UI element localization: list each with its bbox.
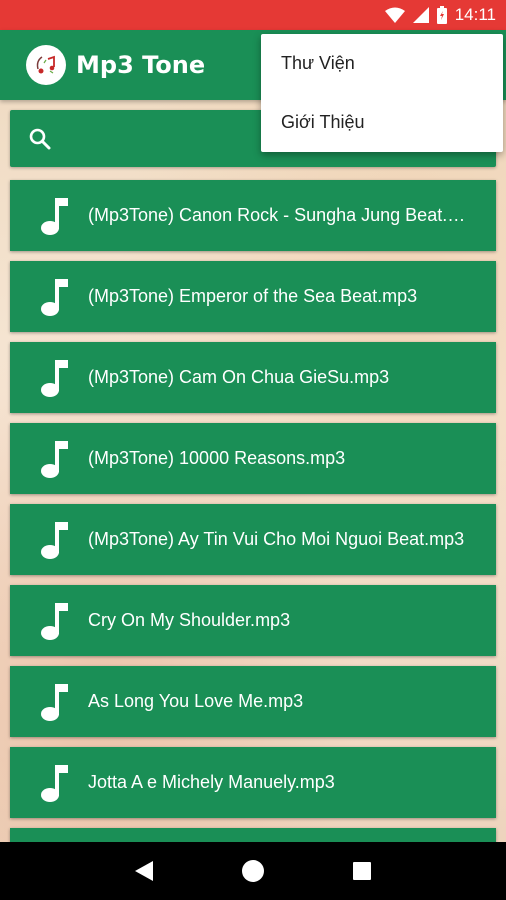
list-item[interactable]: Cry On My Shoulder.mp3 [10,585,496,656]
status-time: 14:11 [454,5,496,24]
list-item[interactable]: (Mp3Tone) Canon Rock - Sungha Jung Beat.… [10,180,496,251]
navigation-bar [0,842,506,900]
music-note-icon [34,520,76,560]
content-area: (Mp3Tone) Canon Rock - Sungha Jung Beat.… [0,100,506,842]
song-title: Jotta A e Michely Manuely.mp3 [88,772,335,792]
music-note-icon [34,196,76,236]
music-note-icon [34,763,76,803]
status-bar: 14:11 [0,0,506,30]
list-item[interactable]: (Mp3Tone) Cam On Chua GieSu.mp3 [10,342,496,413]
song-title: (Mp3Tone) 10000 Reasons.mp3 [88,448,346,468]
back-icon[interactable] [124,851,164,891]
music-note-icon [34,601,76,641]
menu-item-about[interactable]: Giới Thiệu [261,93,503,152]
song-list: (Mp3Tone) Canon Rock - Sungha Jung Beat.… [10,180,496,842]
recents-icon[interactable] [342,851,382,891]
music-note-icon [34,277,76,317]
menu-item-library[interactable]: Thư Viện [261,34,503,93]
music-logo-icon [26,45,66,85]
song-title: (Mp3Tone) Ay Tin Vui Cho Moi Nguoi Beat.… [88,529,465,549]
list-item[interactable]: Jotta A e Michely Manuely.mp3 [10,747,496,818]
wifi-icon [384,7,405,23]
list-item[interactable]: (Mp3Tone) 10000 Reasons.mp3 [10,423,496,494]
music-note-icon [34,358,76,398]
list-item[interactable]: (Mp3Tone) Ay Tin Vui Cho Moi Nguoi Beat.… [10,504,496,575]
overflow-menu: Thư Viện Giới Thiệu [261,34,503,152]
list-item[interactable]: (Mp3Tone) Emperor of the Sea Beat.mp3 [10,261,496,332]
song-title: As Long You Love Me.mp3 [88,691,304,711]
list-item[interactable]: As Long You Love Me.mp3 [10,666,496,737]
list-item-partial[interactable] [10,828,496,842]
song-title: (Mp3Tone) Canon Rock - Sungha Jung Beat.… [88,205,476,225]
song-title: (Mp3Tone) Cam On Chua GieSu.mp3 [88,367,390,387]
search-icon[interactable] [28,127,52,151]
music-note-icon [34,682,76,722]
home-icon[interactable] [233,851,273,891]
battery-icon [436,6,447,24]
song-title: (Mp3Tone) Emperor of the Sea Beat.mp3 [88,286,418,306]
song-title: Cry On My Shoulder.mp3 [88,610,291,630]
app-title: Mp3 Tone [76,51,206,79]
music-note-icon [34,439,76,479]
signal-icon [412,7,429,23]
